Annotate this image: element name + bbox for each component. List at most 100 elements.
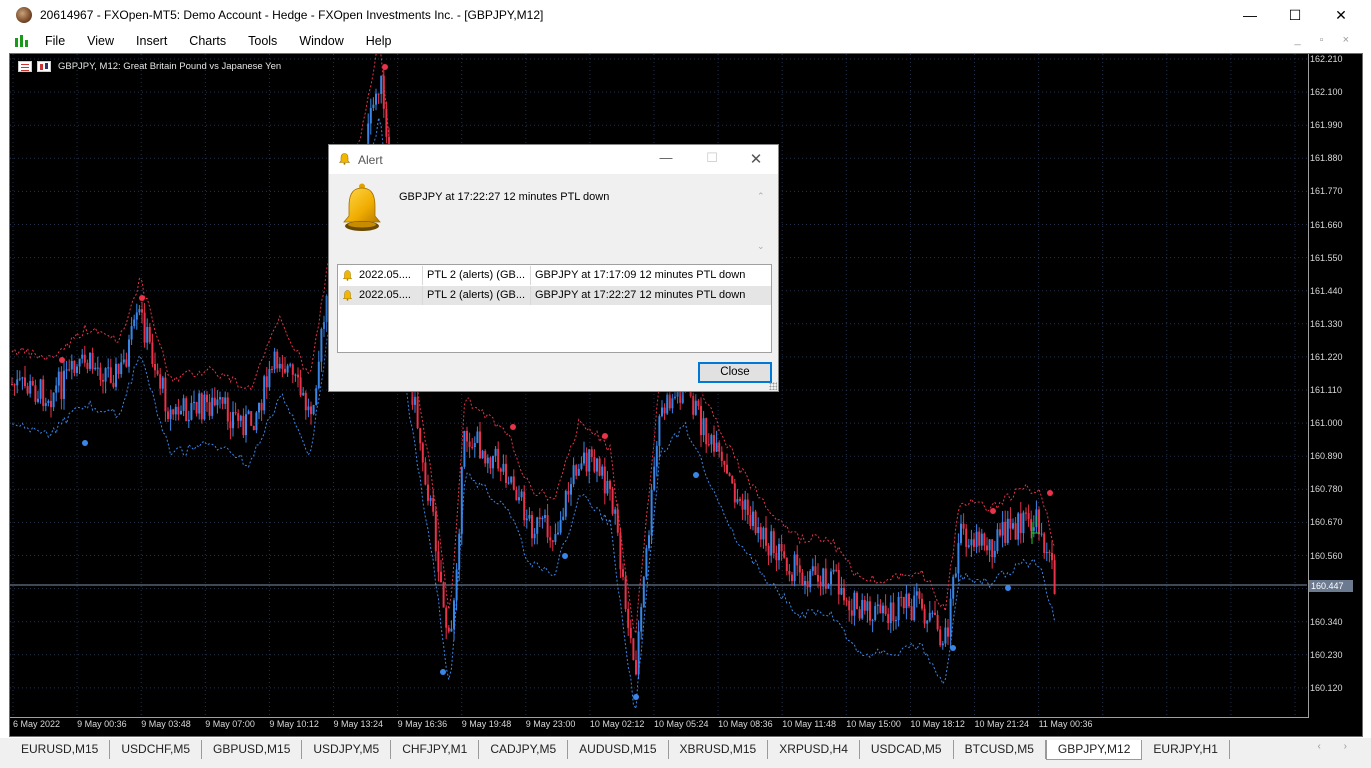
candle-body [520,491,523,498]
candle-body [533,533,536,539]
candle-body [619,532,622,570]
alert-history-row[interactable]: 2022.05.... PTL 2 (alerts) (GB... GBPJPY… [339,266,771,285]
price-tick-label: 162.100 [1310,87,1343,98]
tab-gbpusd-m15[interactable]: GBPUSD,M15 [202,740,303,759]
alert-minimize-button[interactable]: — [656,150,676,168]
tab-btcusd-m5[interactable]: BTCUSD,M5 [954,740,1046,759]
window-title: 20614967 - FXOpen-MT5: Demo Account - He… [40,8,544,22]
one-click-trading-icon[interactable] [18,61,32,72]
candle-body [892,602,895,621]
title-bar: 20614967 - FXOpen-MT5: Demo Account - He… [0,0,1371,30]
candle-body [130,326,133,340]
candle-body [692,395,695,415]
alert-maximize-button: ☐ [706,150,718,165]
candle-body [941,643,944,646]
candle-body [486,457,489,464]
candle-body [229,421,232,429]
tab-xbrusd-m15[interactable]: XBRUSD,M15 [669,740,769,759]
bell-icon [343,270,352,281]
candle-body [70,360,73,370]
minimize-button[interactable]: — [1227,0,1273,30]
alert-title-bar: Alert — ☐ ✕ [329,145,778,174]
tab-usdchf-m5[interactable]: USDCHF,M5 [110,740,203,759]
tab-usdjpy-m5[interactable]: USDJPY,M5 [302,740,392,759]
message-scrollbar[interactable]: ⌃ ⌄ [755,189,769,259]
signal-dot [510,424,516,430]
menu-file[interactable]: File [34,30,76,52]
tab-gbpjpy-m12[interactable]: GBPJPY,M12 [1045,740,1143,760]
price-tick-label: 161.110 [1310,385,1342,395]
menu-help[interactable]: Help [355,30,403,52]
maximize-button[interactable]: ☐ [1272,0,1318,30]
alert-history-row[interactable]: 2022.05.... PTL 2 (alerts) (GB... GBPJPY… [339,286,771,305]
alert-source: PTL 2 (alerts) (GB... [423,266,531,285]
tab-eurusd-m15[interactable]: EURUSD,M15 [10,740,111,759]
candle-body [42,379,45,406]
candle-body [658,416,661,446]
time-tick-label: 9 May 16:36 [397,719,448,729]
candle-body [931,612,934,614]
time-axis-border [10,717,1309,718]
candle-body [68,369,71,371]
candle-body [1051,552,1053,561]
candle-body [962,523,965,529]
candle-body [843,587,845,601]
candle-body [889,602,892,624]
candle-body [242,415,245,436]
candle-body [52,392,55,408]
candle-body [991,539,994,558]
alert-history-list[interactable]: 2022.05.... PTL 2 (alerts) (GB... GBPJPY… [337,264,772,353]
mdi-window-controls[interactable]: _ ▫ × [1294,34,1357,46]
candle-body [848,600,851,611]
menu-charts[interactable]: Charts [178,30,237,52]
tab-xrpusd-h4[interactable]: XRPUSD,H4 [768,740,860,759]
tab-audusd-m15[interactable]: AUDUSD,M15 [568,740,669,759]
candle-body [554,534,557,542]
candle-body [697,400,700,406]
candle-body [442,582,445,608]
candle-body [939,629,942,646]
tab-usdcad-m5[interactable]: USDCAD,M5 [860,740,954,759]
candle-body [861,600,864,619]
candle-body [385,108,388,137]
close-window-button[interactable]: ✕ [1318,0,1364,30]
candle-body [312,404,315,415]
candle-body [798,565,801,573]
candle-body [837,569,840,595]
candle-body [778,544,780,561]
tab-chfjpy-m1[interactable]: CHFJPY,M1 [391,740,480,759]
tab-cadjpy-m5[interactable]: CADJPY,M5 [479,740,569,759]
candle-body [544,515,546,518]
candle-body [819,581,822,587]
time-tick-label: 10 May 02:12 [589,719,645,729]
menu-view[interactable]: View [76,30,125,52]
close-button[interactable]: Close [698,362,772,383]
alert-title: Alert [358,153,383,167]
candle-body [291,364,294,375]
chart-type-icon[interactable] [37,61,51,72]
candle-body [200,393,203,420]
scroll-down-icon[interactable]: ⌄ [757,241,765,252]
tab-scroll-arrows[interactable]: ‹ › [1318,741,1357,752]
resize-grip[interactable] [769,382,777,390]
tab-eurjpy-h1[interactable]: EURJPY,H1 [1142,740,1230,759]
menu-tools[interactable]: Tools [237,30,288,52]
candle-body [34,385,37,402]
menu-window[interactable]: Window [288,30,354,52]
large-bell-icon [343,183,381,231]
candle-body [661,407,663,417]
time-tick-label: 10 May 11:48 [782,719,837,729]
candle-body [507,482,510,484]
candle-body [50,400,52,408]
candle-body [960,523,962,544]
candle-body [978,531,981,546]
candle-body [39,379,42,399]
candle-body [203,394,206,420]
candle-body [323,322,325,329]
candle-body [874,606,877,620]
scroll-up-icon[interactable]: ⌃ [757,191,765,202]
alert-close-icon[interactable]: ✕ [746,150,766,168]
menu-insert[interactable]: Insert [125,30,178,52]
candle-body [24,377,26,387]
candle-body [923,608,926,624]
